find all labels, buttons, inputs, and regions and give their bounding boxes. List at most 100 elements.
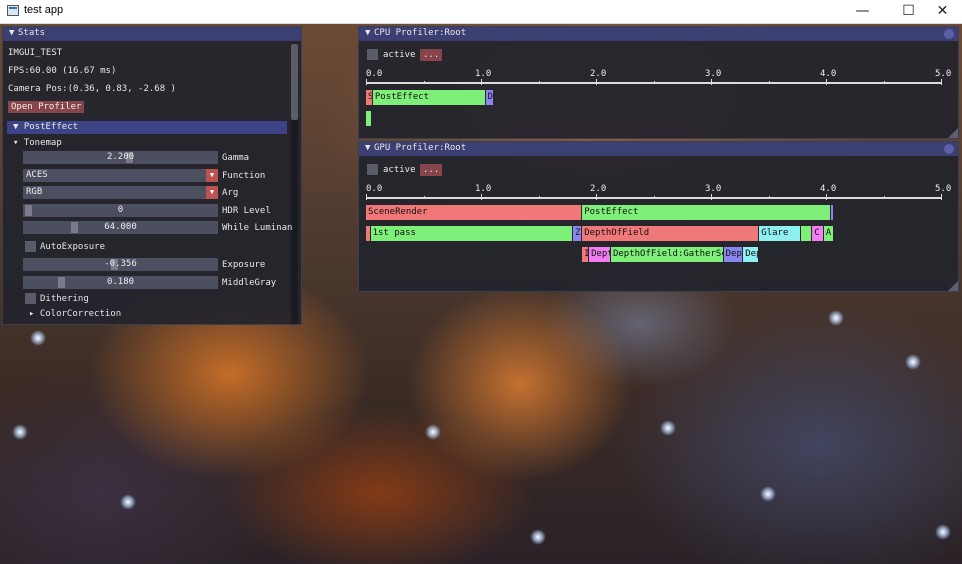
timeline-bar[interactable]: Dep <box>743 247 759 262</box>
timeline-bar[interactable]: PostEffect <box>372 90 485 105</box>
slider[interactable]: 64.000 <box>23 221 218 234</box>
axis-tick <box>539 196 540 199</box>
tree-closed-icon: ▸ <box>29 309 40 319</box>
gpu-profiler-titlebar[interactable]: ▼ GPU Profiler:Root <box>359 142 958 156</box>
gpu-profiler-title: GPU Profiler:Root <box>374 143 467 153</box>
axis-tick <box>769 81 770 84</box>
control-value: 0.180 <box>106 276 135 287</box>
cpu-profiler-titlebar[interactable]: ▼ CPU Profiler:Root <box>359 27 958 41</box>
timeline-bar[interactable]: 1st pass <box>370 226 572 241</box>
timeline-bar[interactable]: A <box>823 226 834 241</box>
minimize-button[interactable]: — <box>847 0 878 23</box>
stats-window-titlebar[interactable]: ▼ Stats <box>3 27 301 41</box>
collapse-triangle-icon[interactable]: ▼ <box>365 142 374 155</box>
slider-grab[interactable] <box>58 276 65 288</box>
light-spark <box>30 330 46 346</box>
light-spark <box>12 424 28 440</box>
timeline-bar[interactable]: I <box>582 247 589 262</box>
timeline-bar[interactable]: DepthOfField <box>582 226 759 241</box>
timeline-bar[interactable]: Dep <box>723 247 743 262</box>
axis-tick <box>366 194 367 200</box>
axis-tick <box>826 79 827 85</box>
autoexposure-checkbox[interactable] <box>25 241 36 252</box>
gpu-profiler-window[interactable]: ▼ GPU Profiler:Root active ... 0.0 1.0 2.0 3… <box>358 141 959 292</box>
slider[interactable]: 0.180 <box>23 275 218 289</box>
open-profiler-button[interactable]: Open Profiler <box>8 101 85 113</box>
timeline-bar[interactable]: Glare <box>759 226 800 241</box>
timeline-bar[interactable]: DepthOfField:GatherSc <box>610 247 723 262</box>
axis-tick-label: 3.0 <box>705 184 722 194</box>
dithering-label: Dithering <box>40 294 89 304</box>
stats-scrollbar-thumb[interactable] <box>291 44 298 120</box>
axis-tick-label: 4.0 <box>820 184 837 194</box>
camera-pos-text: Camera Pos:(0.36, 0.83, -2.68 ) <box>8 84 176 94</box>
axis-tick-label: 2.0 <box>590 69 607 79</box>
axis-tick-label: 0.0 <box>366 184 383 194</box>
cpu-active-checkbox[interactable] <box>367 49 378 60</box>
timeline-bar[interactable] <box>800 226 812 241</box>
timeline-bar[interactable]: S <box>366 90 372 105</box>
timeline-bar[interactable]: C <box>812 226 823 241</box>
resize-grip-icon[interactable] <box>948 281 958 291</box>
maximize-button[interactable]: ☐ <box>893 0 924 23</box>
axis-tick <box>424 81 425 84</box>
light-spark <box>935 524 951 540</box>
control-label: Exposure <box>222 260 266 270</box>
cpu-profiler-window[interactable]: ▼ CPU Profiler:Root active ... 0.0 1.0 2.0 3… <box>358 26 959 139</box>
combo-box[interactable]: ACES ▼ <box>23 168 218 182</box>
collapse-triangle-icon[interactable]: ▼ <box>365 27 374 40</box>
control-label: While Luminan <box>222 223 293 233</box>
timeline-bar[interactable]: Dept <box>589 247 610 262</box>
timeline-bar[interactable]: Z <box>573 226 582 241</box>
light-spark <box>120 494 136 510</box>
light-spark <box>530 529 546 545</box>
axis-tick <box>884 81 885 84</box>
stats-window[interactable]: ▼ Stats IMGUI_TEST FPS:60.00 (16.67 ms) C… <box>2 26 302 325</box>
dropdown-arrow-icon[interactable]: ▼ <box>206 186 218 199</box>
axis-tick-label: 4.0 <box>820 69 837 79</box>
dithering-checkbox[interactable] <box>25 293 36 304</box>
axis-tick <box>596 79 597 85</box>
cpu-profiler-title: CPU Profiler:Root <box>374 28 467 38</box>
axis-tick-label: 3.0 <box>705 69 722 79</box>
app-icon <box>7 5 19 16</box>
light-spark <box>828 310 844 326</box>
control-label: Arg <box>222 188 239 198</box>
control-value: RGB <box>26 187 43 197</box>
posteffect-header-label: PostEffect <box>23 122 79 132</box>
control-label: Function <box>222 170 266 181</box>
resize-grip-icon[interactable] <box>948 128 958 138</box>
close-window-button[interactable]: ✕ <box>927 0 958 23</box>
tree-open-icon: ▾ <box>13 138 24 148</box>
timeline-bar[interactable]: PostEffect <box>582 205 830 220</box>
axis-tick <box>769 196 770 199</box>
timeline-bar[interactable]: D <box>485 90 493 105</box>
slider[interactable]: 0 <box>23 203 218 217</box>
axis-tick <box>711 79 712 85</box>
timeline-bar[interactable]: SceneRender <box>366 205 582 220</box>
axis-tick <box>481 79 482 85</box>
colorcorrection-tree-node[interactable]: ▸ ColorCorrection <box>29 308 121 320</box>
axis-tick <box>941 194 942 200</box>
gpu-active-label: active <box>383 165 416 175</box>
slider-grab[interactable] <box>25 204 32 216</box>
collapse-triangle-icon[interactable]: ▼ <box>9 27 18 40</box>
gpu-more-button[interactable]: ... <box>420 164 443 176</box>
timeline-bar[interactable] <box>830 205 834 220</box>
timeline-bar[interactable] <box>366 111 371 126</box>
posteffect-header[interactable]: ▼ PostEffect <box>7 121 287 134</box>
gpu-active-checkbox[interactable] <box>367 164 378 175</box>
tonemap-tree-node[interactable]: ▾ Tonemap <box>13 137 62 149</box>
combo-box[interactable]: RGB ▼ <box>23 186 218 199</box>
cpu-more-button[interactable]: ... <box>420 49 443 61</box>
collapse-triangle-icon: ▼ <box>13 122 24 132</box>
dropdown-arrow-icon[interactable]: ▼ <box>206 168 218 182</box>
axis-tick-label: 5.0 <box>935 184 952 194</box>
timeline-bar[interactable] <box>366 226 370 241</box>
close-icon[interactable] <box>944 144 954 154</box>
close-icon[interactable] <box>944 29 954 39</box>
slider[interactable]: 2.200 <box>23 151 218 164</box>
slider[interactable]: -0.356 <box>23 258 218 271</box>
slider-grab[interactable] <box>71 222 78 233</box>
cpu-active-label: active <box>383 50 416 60</box>
